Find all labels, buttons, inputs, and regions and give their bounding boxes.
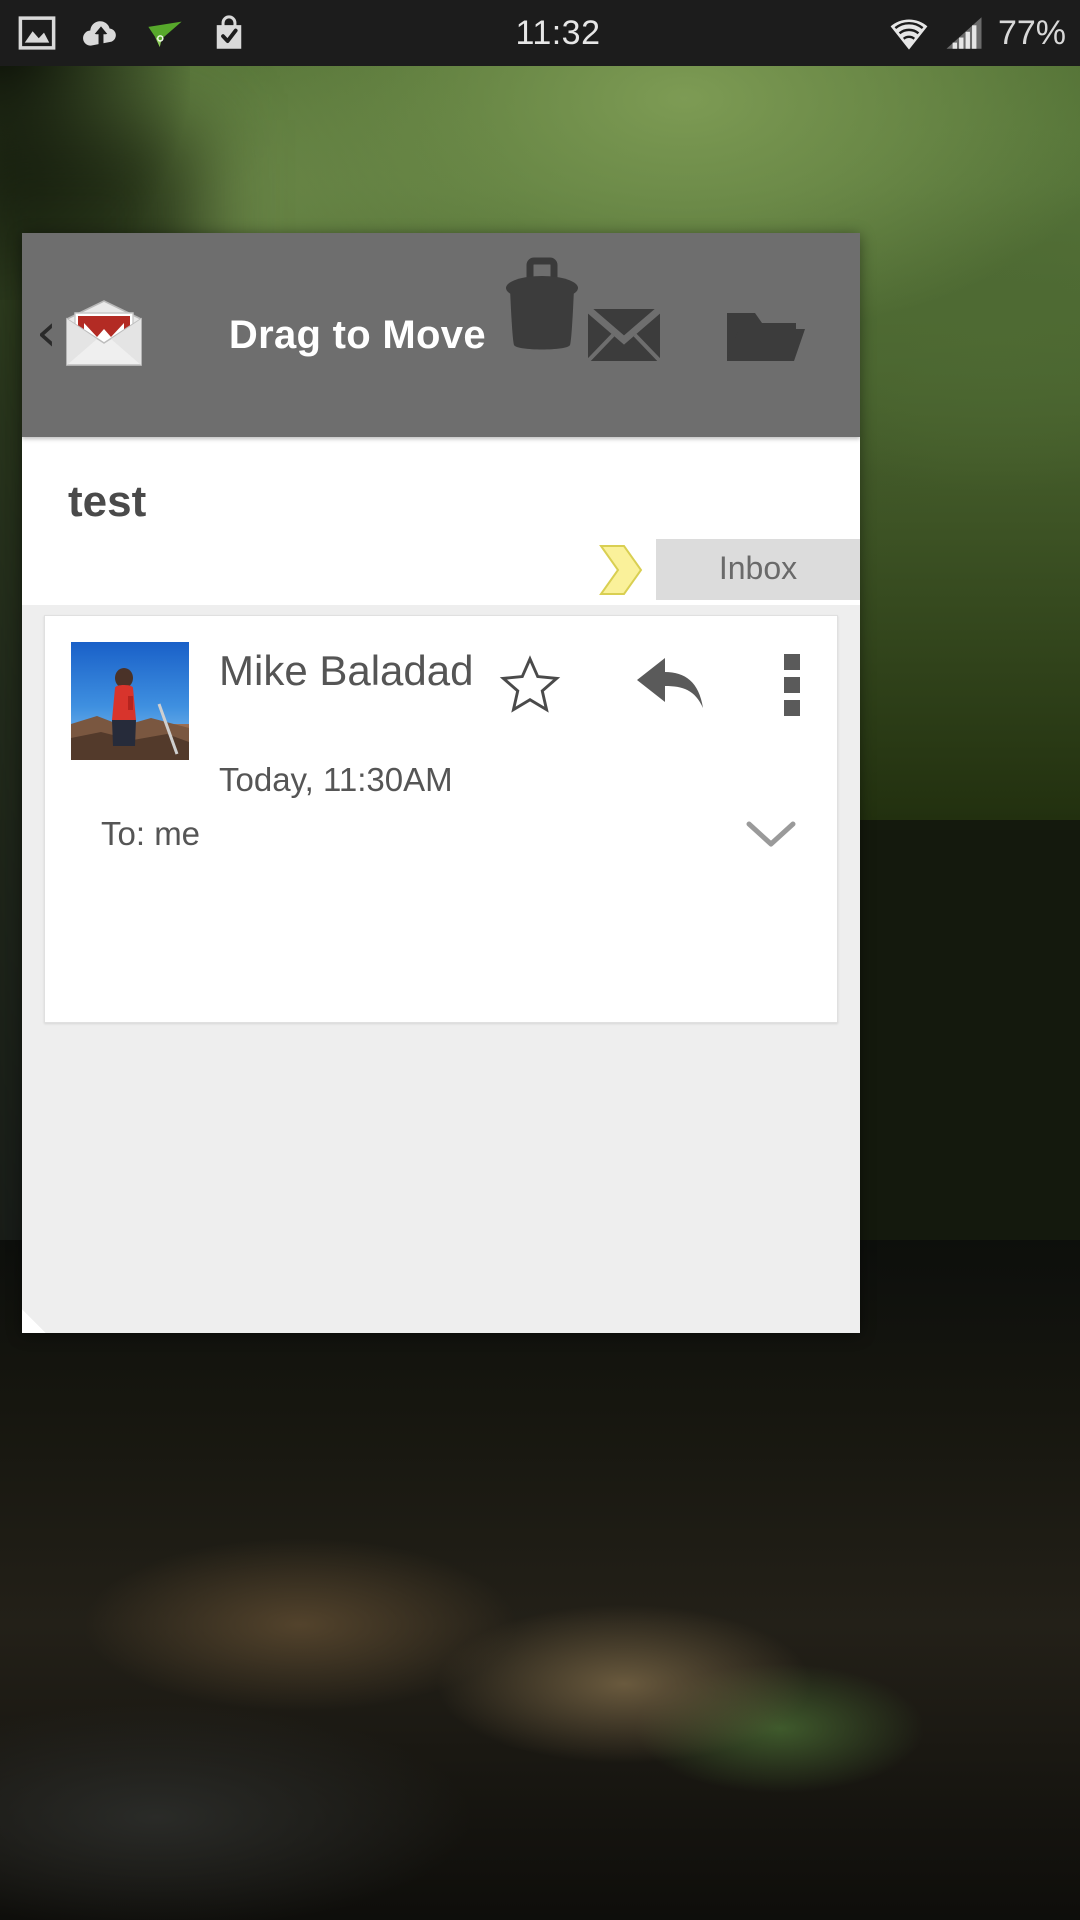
overflow-menu-button[interactable] (781, 652, 803, 723)
recipients-row[interactable]: To: me (45, 815, 837, 853)
message-details: Mike Baladad Today, 11:30AM (189, 642, 837, 799)
message-timestamp: Today, 11:30AM (219, 761, 453, 798)
back-button[interactable]: ‹ (22, 233, 147, 437)
status-bar: 11:32 77% (0, 0, 1080, 66)
wallpaper-dark-bottom (0, 1240, 1080, 1920)
wifi-icon (886, 12, 932, 54)
screenshot-icon (16, 12, 58, 54)
sender-line: Mike Baladad (219, 647, 837, 723)
message-actions (497, 648, 837, 723)
window-corner-fold (22, 1308, 47, 1333)
label-chip-group[interactable]: Inbox (598, 539, 860, 600)
status-bar-notification-icons (0, 12, 250, 54)
message-list-area: Mike Baladad Today, 11:30AM To: me (22, 605, 860, 1333)
sender-name: Mike Baladad (219, 647, 474, 694)
action-bar-actions (578, 289, 860, 381)
chevron-left-icon: ‹ (36, 303, 57, 363)
reply-button[interactable] (633, 652, 711, 721)
navigation-icon (144, 12, 186, 54)
label-row: Inbox (22, 527, 860, 605)
contextual-action-bar: ‹ Drag to Move (22, 233, 860, 437)
recipients-label: To: me (101, 815, 201, 852)
conversation-view: test Inbox Mike Baladad Today, 11:30AM T… (22, 437, 860, 1333)
conversation-subject: test (68, 477, 147, 526)
message-card[interactable]: Mike Baladad Today, 11:30AM To: me (44, 615, 838, 1023)
status-bar-system-icons: 77% (886, 12, 1080, 54)
gmail-logo (61, 299, 147, 371)
chevron-down-icon[interactable] (743, 816, 799, 852)
delete-trash-icon[interactable] (500, 255, 584, 364)
label-chip-inbox[interactable]: Inbox (656, 539, 860, 600)
label-chevron-icon (598, 544, 644, 596)
star-button[interactable] (497, 652, 563, 721)
message-header: Mike Baladad Today, 11:30AM (45, 616, 837, 799)
cloud-upload-icon (80, 12, 122, 54)
cellular-signal-icon (942, 12, 986, 54)
battery-percentage: 77% (997, 13, 1066, 52)
move-to-folder-button[interactable] (720, 289, 812, 381)
status-bar-clock: 11:32 (515, 13, 601, 52)
gmail-conversation-window: ‹ Drag to Move test Inbox Mike Baladad T… (22, 233, 860, 1333)
subject-row: test (22, 437, 860, 527)
mark-unread-button[interactable] (578, 289, 670, 381)
sender-avatar[interactable] (71, 642, 189, 760)
